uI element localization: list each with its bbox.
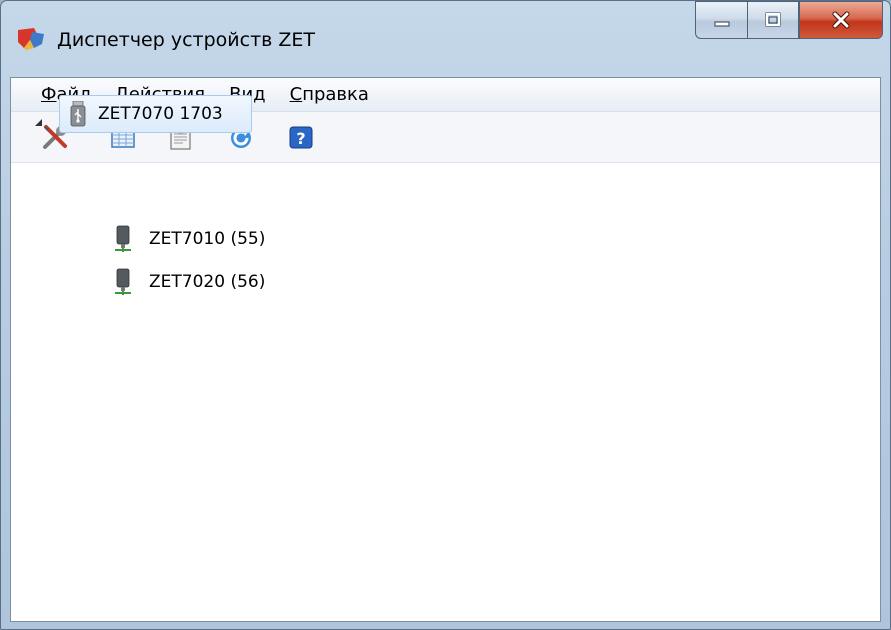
minimize-button[interactable] [695, 1, 747, 39]
tree-node-child-label: ZET7020 (56) [149, 272, 266, 292]
app-logo-icon [18, 28, 44, 50]
menu-file-accel: Ф [41, 84, 57, 105]
tree-node-child[interactable]: ZET7020 (56) [109, 264, 359, 300]
sensor-device-icon [115, 268, 131, 295]
tree-node-root-label: ZET7070 1703 [98, 104, 223, 124]
menu-help[interactable]: Справка [278, 78, 381, 111]
tree-node-child-label: ZET7010 (55) [149, 229, 266, 249]
svg-text:?: ? [296, 129, 305, 148]
tree-node-root[interactable]: ZET7070 1703 [59, 95, 252, 133]
close-icon [832, 11, 850, 29]
menu-help-label: правка [302, 84, 369, 105]
minimize-icon [714, 21, 729, 27]
tree-expander-icon[interactable] [35, 119, 42, 126]
maximize-button[interactable] [747, 1, 799, 39]
main-window: Диспетчер устройств ZET Ф ид Справка ? Z… [0, 0, 891, 630]
tree-node-child[interactable]: ZET7010 (55) [109, 221, 359, 257]
title-bar[interactable]: Диспетчер устройств ZET [1, 1, 890, 77]
help-icon[interactable]: ? [287, 123, 315, 151]
sensor-device-icon [115, 225, 131, 252]
caption-buttons [695, 1, 883, 41]
usb-device-icon [70, 101, 86, 127]
menu-help-accel: С [289, 84, 303, 105]
maximize-icon [765, 12, 781, 27]
close-button[interactable] [799, 1, 883, 39]
window-title: Диспетчер устройств ZET [57, 29, 316, 51]
client-area: Файл Действия Вид Справка [10, 77, 881, 622]
